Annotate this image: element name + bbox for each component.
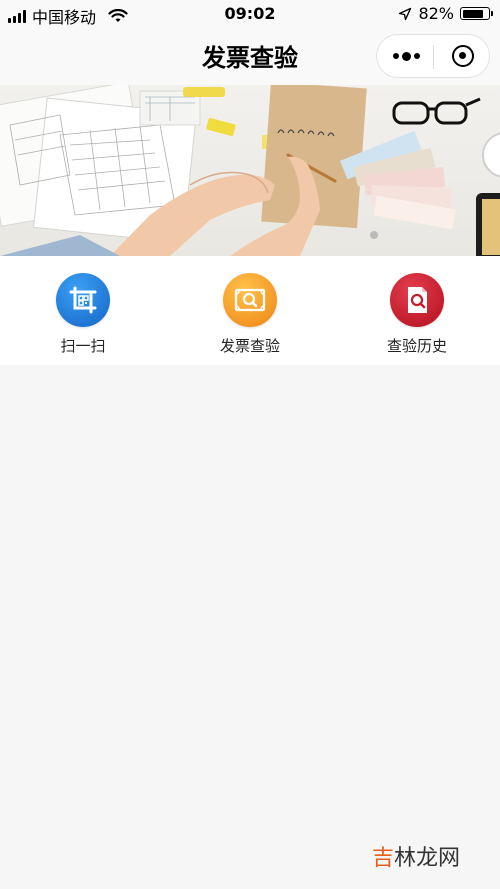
banner-image	[0, 85, 500, 256]
status-bar: 中国移动 09:02 82%	[0, 0, 500, 28]
invoice-check-icon	[223, 273, 277, 327]
mini-program-capsule	[376, 34, 490, 78]
quick-menu: 扫一扫 发票查验 查验历史	[0, 256, 500, 365]
battery-fill	[462, 9, 483, 18]
battery-percent: 82%	[418, 4, 454, 23]
watermark-rest: 林龙网	[393, 846, 460, 871]
menu-label-invoice-check: 发票查验	[219, 337, 280, 355]
location-arrow-icon	[399, 7, 412, 20]
scan-icon	[56, 273, 110, 327]
status-right: 82%	[398, 4, 493, 23]
menu-item-scan[interactable]: 扫一扫	[23, 273, 143, 356]
close-target-icon[interactable]	[452, 45, 474, 67]
menu-item-invoice-check[interactable]: 发票查验	[190, 273, 310, 356]
capsule-divider	[433, 45, 434, 69]
menu-item-history[interactable]: 查验历史	[357, 273, 477, 356]
nav-bar: 发票查验	[0, 28, 500, 85]
banner-illustration	[0, 85, 500, 256]
menu-label-scan: 扫一扫	[60, 337, 106, 355]
history-document-icon	[390, 273, 444, 327]
battery-icon	[460, 7, 493, 20]
more-dots-icon[interactable]	[391, 49, 421, 63]
menu-label-history: 查验历史	[386, 337, 447, 355]
watermark: 吉林龙网	[372, 840, 460, 872]
watermark-accent: 吉	[371, 846, 394, 871]
